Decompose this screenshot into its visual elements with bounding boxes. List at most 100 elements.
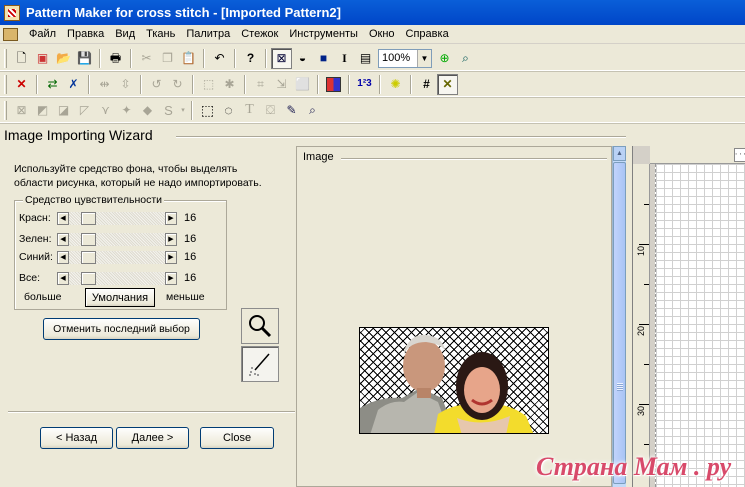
numbering-icon[interactable]: 1²3 <box>354 74 375 95</box>
select-shape-icon[interactable]: ⬚ <box>198 74 219 95</box>
help-pointer-icon[interactable]: ? <box>240 48 261 69</box>
zoom-fit-icon[interactable]: ⊕ <box>434 48 455 69</box>
select-area-icon[interactable]: ⬜ <box>292 74 313 95</box>
palette-icon[interactable] <box>326 76 341 92</box>
chevron-right-icon[interactable]: ▶ <box>165 250 177 264</box>
menu-palette[interactable]: Палитра <box>181 28 236 40</box>
undo-last-selection-button[interactable]: Отменить последний выбор <box>43 318 200 340</box>
new-window-icon[interactable]: ▣ <box>32 48 53 69</box>
quarter-stitch-icon[interactable]: ◪ <box>53 100 74 121</box>
slider-thumb[interactable] <box>81 232 96 246</box>
next-button[interactable]: Далее > <box>116 427 189 449</box>
magnifier-icon[interactable]: ⌕ <box>302 100 323 121</box>
scroll-up-icon[interactable]: ▲ <box>613 146 626 161</box>
print-icon[interactable]: 🖶 <box>105 48 126 69</box>
slider-thumb[interactable] <box>81 250 96 264</box>
flip-horizontal-icon[interactable]: ⇹ <box>94 74 115 95</box>
menu-file[interactable]: Файл <box>24 28 62 40</box>
rect-select-icon[interactable]: ⬚ <box>197 100 218 121</box>
rotate-right-icon[interactable]: ↻ <box>167 74 188 95</box>
defaults-button[interactable]: Умолчания <box>85 288 155 307</box>
slider-track[interactable] <box>69 211 165 225</box>
menu-help[interactable]: Справка <box>401 28 455 40</box>
blue-sensitivity-slider[interactable]: ◀ ▶ <box>57 250 177 264</box>
chevron-right-icon[interactable]: ▶ <box>165 211 177 225</box>
paste-icon[interactable]: 📋 <box>178 48 199 69</box>
three-quarter-stitch-icon[interactable]: ◸ <box>74 100 95 121</box>
separator <box>265 48 267 68</box>
document-icon[interactable] <box>3 27 18 41</box>
slider-thumb[interactable] <box>81 271 96 285</box>
menu-stitch[interactable]: Стежок <box>236 28 284 40</box>
text-view-icon[interactable]: I <box>334 48 355 69</box>
resize-icon[interactable]: ⇲ <box>271 74 292 95</box>
page-view-icon[interactable]: ▤ <box>355 48 376 69</box>
green-sensitivity-slider[interactable]: ◀ ▶ <box>57 232 177 246</box>
chevron-right-icon[interactable]: ▶ <box>165 271 177 285</box>
flip-vertical-icon[interactable]: ⇳ <box>115 74 136 95</box>
delete-icon[interactable]: ✕ <box>11 74 32 95</box>
remove-color-icon[interactable]: ✗ <box>63 74 84 95</box>
chevron-left-icon[interactable]: ◀ <box>57 211 69 225</box>
slider-track[interactable] <box>69 271 165 285</box>
copy-icon[interactable]: ❐ <box>157 48 178 69</box>
bead-icon[interactable]: ◆ <box>137 100 158 121</box>
rotate-left-icon[interactable]: ↺ <box>146 74 167 95</box>
highlight-icon[interactable]: ✺ <box>385 74 406 95</box>
zoom-select[interactable]: 100% ▼ <box>378 48 432 68</box>
menu-window[interactable]: Окно <box>364 28 401 40</box>
eyedropper-icon[interactable]: ✎ <box>281 100 302 121</box>
menu-tools[interactable]: Инструменты <box>284 28 364 40</box>
separator <box>379 74 381 94</box>
close-button[interactable]: Close <box>200 427 274 449</box>
imported-photo[interactable] <box>359 327 549 434</box>
scrollbar-thumb[interactable] <box>613 162 626 484</box>
open-folder-icon[interactable]: 📂 <box>53 48 74 69</box>
chevron-down-icon[interactable]: ▼ <box>417 49 431 67</box>
undo-icon[interactable]: ↶ <box>209 48 230 69</box>
slider-track[interactable] <box>69 232 165 246</box>
chevron-left-icon[interactable]: ◀ <box>57 271 69 285</box>
french-knot-icon[interactable]: ✦ <box>116 100 137 121</box>
text-tool-icon[interactable]: T <box>239 100 260 121</box>
toolbar-grip[interactable] <box>4 48 7 68</box>
new-file-icon[interactable]: 🗋 <box>11 48 32 69</box>
cross-icon[interactable]: ✕ <box>437 73 458 95</box>
background-wand-button[interactable] <box>241 346 279 382</box>
full-stitch-icon[interactable]: ⊠ <box>11 100 32 121</box>
grid-icon[interactable]: # <box>416 74 437 95</box>
lasso-select-icon[interactable]: ◌ <box>218 100 239 121</box>
window-title: Pattern Maker for cross stitch - [Import… <box>26 5 341 20</box>
stitch-grid[interactable] <box>655 164 745 487</box>
paint-bucket-icon[interactable]: ⛋ <box>260 100 281 121</box>
zoom-tool-icon[interactable]: ⌕ <box>455 48 476 69</box>
cross-stitch-view-icon[interactable]: ⊠ <box>271 47 292 69</box>
save-icon[interactable]: 💾 <box>74 48 95 69</box>
replace-color-icon[interactable]: ⇄ <box>42 74 63 95</box>
menu-fabric[interactable]: Ткань <box>141 28 181 40</box>
chevron-down-icon[interactable]: ▾ <box>179 100 187 121</box>
crop-icon[interactable]: ⌗ <box>250 74 271 95</box>
chevron-left-icon[interactable]: ◀ <box>57 232 69 246</box>
symbol-view-icon[interactable]: ◒ <box>292 48 313 69</box>
all-sensitivity-slider[interactable]: ◀ ▶ <box>57 271 177 285</box>
menu-edit[interactable]: Правка <box>62 28 110 40</box>
zoom-tool-button[interactable] <box>241 308 279 344</box>
slider-track[interactable] <box>69 250 165 264</box>
chevron-right-icon[interactable]: ▶ <box>165 232 177 246</box>
cut-icon[interactable]: ✂ <box>136 48 157 69</box>
chevron-left-icon[interactable]: ◀ <box>57 250 69 264</box>
slider-thumb[interactable] <box>81 211 96 225</box>
block-view-icon[interactable]: ■ <box>313 48 334 69</box>
fill-shape-icon[interactable]: ✱ <box>219 74 240 95</box>
backstitch-icon[interactable]: ⋎ <box>95 100 116 121</box>
back-button[interactable]: < Назад <box>40 427 113 449</box>
half-stitch-icon[interactable]: ◩ <box>32 100 53 121</box>
menu-view[interactable]: Вид <box>110 28 141 40</box>
special-stitch-icon[interactable]: S <box>158 100 179 121</box>
zoom-value: 100% <box>382 52 411 64</box>
toolbar-grip[interactable] <box>4 74 7 94</box>
red-sensitivity-slider[interactable]: ◀ ▶ <box>57 211 177 225</box>
toolbar-grip[interactable] <box>4 100 7 120</box>
image-vertical-scrollbar[interactable]: ▲ <box>612 146 626 487</box>
